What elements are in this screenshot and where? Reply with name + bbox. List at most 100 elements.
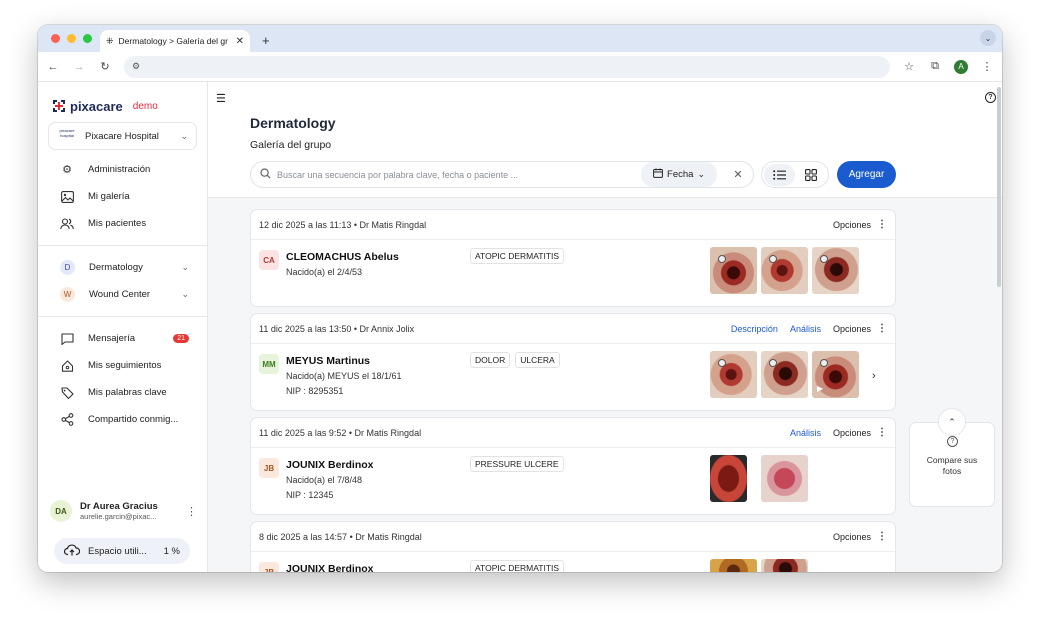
sidebar-item-compartido[interactable]: Compartido conmig...	[38, 406, 207, 433]
forward-icon[interactable]: →	[72, 61, 86, 73]
search-input[interactable]	[277, 169, 636, 180]
patient-name[interactable]: CLEOMACHUS Abelus	[286, 251, 399, 263]
kebab-menu-icon[interactable]: ⋮	[877, 531, 887, 542]
brand-logo[interactable]: pixacare demo	[38, 82, 207, 116]
kebab-menu-icon[interactable]: ⋮	[877, 219, 887, 230]
scrollbar[interactable]	[997, 87, 1001, 287]
description-link[interactable]: Descripción	[731, 324, 778, 334]
photo-thumbnail[interactable]	[710, 351, 757, 398]
reload-icon[interactable]: ↻	[98, 60, 112, 73]
keyword-tag[interactable]: ATOPIC DERMATITIS	[470, 248, 565, 264]
photo-thumbnail[interactable]	[812, 247, 859, 294]
sidebar-item-mis-pacientes[interactable]: Mis pacientes	[38, 210, 207, 237]
cloud-upload-icon	[63, 543, 81, 559]
gear-icon: ⚙	[62, 164, 72, 176]
photo-thumbnail[interactable]	[710, 247, 757, 294]
tag-list: PRESSURE ULCERE	[470, 456, 564, 472]
sequence-card[interactable]: 12 dic 2025 a las 11:13 • Dr Matis Ringd…	[250, 209, 896, 307]
search-bar: Fecha ⌄ ✕	[250, 161, 754, 188]
options-button[interactable]: Opciones	[833, 220, 871, 230]
patient-name[interactable]: JOUNIX Berdinox	[286, 563, 374, 572]
tab-search-button[interactable]: ⌄	[980, 30, 996, 46]
keyword-tag[interactable]: PRESSURE ULCERE	[470, 456, 564, 472]
new-tab-button[interactable]: +	[262, 33, 270, 48]
keyword-tag[interactable]: DOLOR	[470, 352, 511, 368]
keyword-tag[interactable]: ATOPIC DERMATITIS	[470, 560, 565, 572]
photo-thumbnail[interactable]	[761, 247, 808, 294]
help-icon[interactable]: ?	[985, 92, 996, 103]
kebab-menu-icon[interactable]: ⋮	[877, 427, 887, 438]
sequence-card[interactable]: 11 dic 2025 a las 9:52 • Dr Matis Ringda…	[250, 417, 896, 515]
sidebar-item-administracion[interactable]: ⚙ Administración	[38, 156, 207, 183]
storage-usage[interactable]: Espacio utili... 1 %	[54, 538, 190, 564]
browser-tab[interactable]: ⁜ Dermatology > Galería del gr ✕	[100, 30, 250, 52]
patient-initials: MM	[259, 354, 279, 374]
date-filter-button[interactable]: Fecha ⌄	[641, 162, 717, 187]
options-button[interactable]: Opciones	[833, 324, 871, 334]
photo-thumbnail[interactable]	[710, 559, 757, 572]
options-button[interactable]: Opciones	[833, 428, 871, 438]
sequence-card[interactable]: 11 dic 2025 a las 13:50 • Dr Annix Jolix…	[250, 313, 896, 411]
patient-birthdate: Nacido(a) el 2/4/53	[286, 267, 363, 277]
sidebar-item-mensajeria[interactable]: Mensajería 21	[38, 325, 207, 352]
kebab-menu-icon[interactable]: ⋮	[877, 323, 887, 334]
photo-thumbnails	[710, 455, 808, 502]
photo-thumbnail[interactable]	[710, 455, 747, 502]
tab-strip: ⁜ Dermatology > Galería del gr ✕ + ⌄	[38, 25, 1002, 52]
chevron-right-icon[interactable]: ›	[872, 370, 876, 382]
photo-thumbnail[interactable]	[761, 351, 808, 398]
photo-thumbnail[interactable]	[761, 559, 808, 572]
back-icon[interactable]: ←	[46, 61, 60, 73]
site-settings-icon[interactable]: ⚙	[132, 61, 140, 72]
group-initial: W	[60, 287, 75, 302]
help-icon[interactable]: ?	[947, 436, 958, 447]
sidebar-item-mis-palabras-clave[interactable]: Mis palabras clave	[38, 379, 207, 406]
patient-name[interactable]: MEYUS Martinus	[286, 355, 370, 367]
sidebar-group-dermatology[interactable]: D Dermatology ⌄	[38, 254, 207, 281]
analysis-link[interactable]: Análisis	[790, 428, 821, 438]
close-window-button[interactable]	[51, 34, 60, 43]
nav-label: Wound Center	[89, 289, 151, 300]
browser-toolbar: ← → ↻ ⚙ ☆ ⧉ A ⋮	[38, 52, 1002, 82]
app: pixacare demo pixacare hospital Pixacare…	[38, 82, 1002, 572]
options-button[interactable]: Opciones	[833, 532, 871, 542]
sequence-card[interactable]: 8 dic 2025 a las 14:57 • Dr Matis Ringda…	[250, 521, 896, 572]
card-header: 8 dic 2025 a las 14:57 • Dr Matis Ringda…	[251, 522, 895, 552]
clear-search-icon[interactable]: ✕	[723, 168, 753, 181]
patient-name[interactable]: JOUNIX Berdinox	[286, 459, 374, 471]
chevron-up-icon[interactable]: ⌃	[938, 408, 966, 436]
keyword-tag[interactable]: ULCERA	[515, 352, 560, 368]
minimize-window-button[interactable]	[67, 34, 76, 43]
favicon-icon: ⁜	[106, 35, 114, 46]
brand-name: pixacare	[70, 98, 123, 114]
hospital-selector[interactable]: pixacare hospital Pixacare Hospital ⌄	[48, 122, 197, 150]
grid-view-icon[interactable]	[795, 164, 826, 186]
list-view-icon[interactable]	[764, 163, 795, 186]
user-menu-icon[interactable]: ⋮	[186, 505, 197, 518]
chevron-down-icon: ⌄	[180, 130, 188, 141]
patient-birthdate: Nacido(a) MEYUS el 18/1/61	[286, 371, 402, 381]
bookmark-star-icon[interactable]: ☆	[902, 60, 916, 73]
browser-menu-icon[interactable]: ⋮	[980, 60, 994, 73]
address-bar[interactable]: ⚙	[124, 55, 890, 78]
photo-thumbnail[interactable]	[761, 455, 808, 502]
page-subtitle: Galería del grupo	[250, 139, 332, 151]
sidebar-group-wound-center[interactable]: W Wound Center ⌄	[38, 281, 207, 308]
zoom-window-button[interactable]	[83, 34, 92, 43]
profile-avatar[interactable]: A	[954, 59, 968, 74]
analysis-link[interactable]: Análisis	[790, 324, 821, 334]
sidebar-item-mi-galeria[interactable]: Mi galería	[38, 183, 207, 210]
main-content: ☰ ? Dermatology Galería del grupo Fecha …	[208, 82, 1002, 572]
extensions-icon[interactable]: ⧉	[928, 60, 942, 73]
close-tab-icon[interactable]: ✕	[236, 36, 244, 47]
sidebar-item-mis-seguimientos[interactable]: Mis seguimientos	[38, 352, 207, 379]
calendar-icon	[653, 168, 663, 181]
add-button[interactable]: Agregar	[837, 161, 896, 188]
compare-photos-panel[interactable]: ⌃ ? Compare sus fotos	[909, 408, 995, 507]
menu-icon[interactable]: ☰	[216, 92, 226, 105]
user-profile[interactable]: DA Dr Aurea Gracius aurelie.garcin@pixac…	[50, 500, 197, 522]
chevron-down-icon[interactable]: ⌄	[181, 262, 189, 273]
photo-thumbnail[interactable]: ▶	[812, 351, 859, 398]
page-header: ☰ ? Dermatology Galería del grupo Fecha …	[208, 82, 1002, 287]
chevron-down-icon[interactable]: ⌄	[181, 289, 189, 300]
